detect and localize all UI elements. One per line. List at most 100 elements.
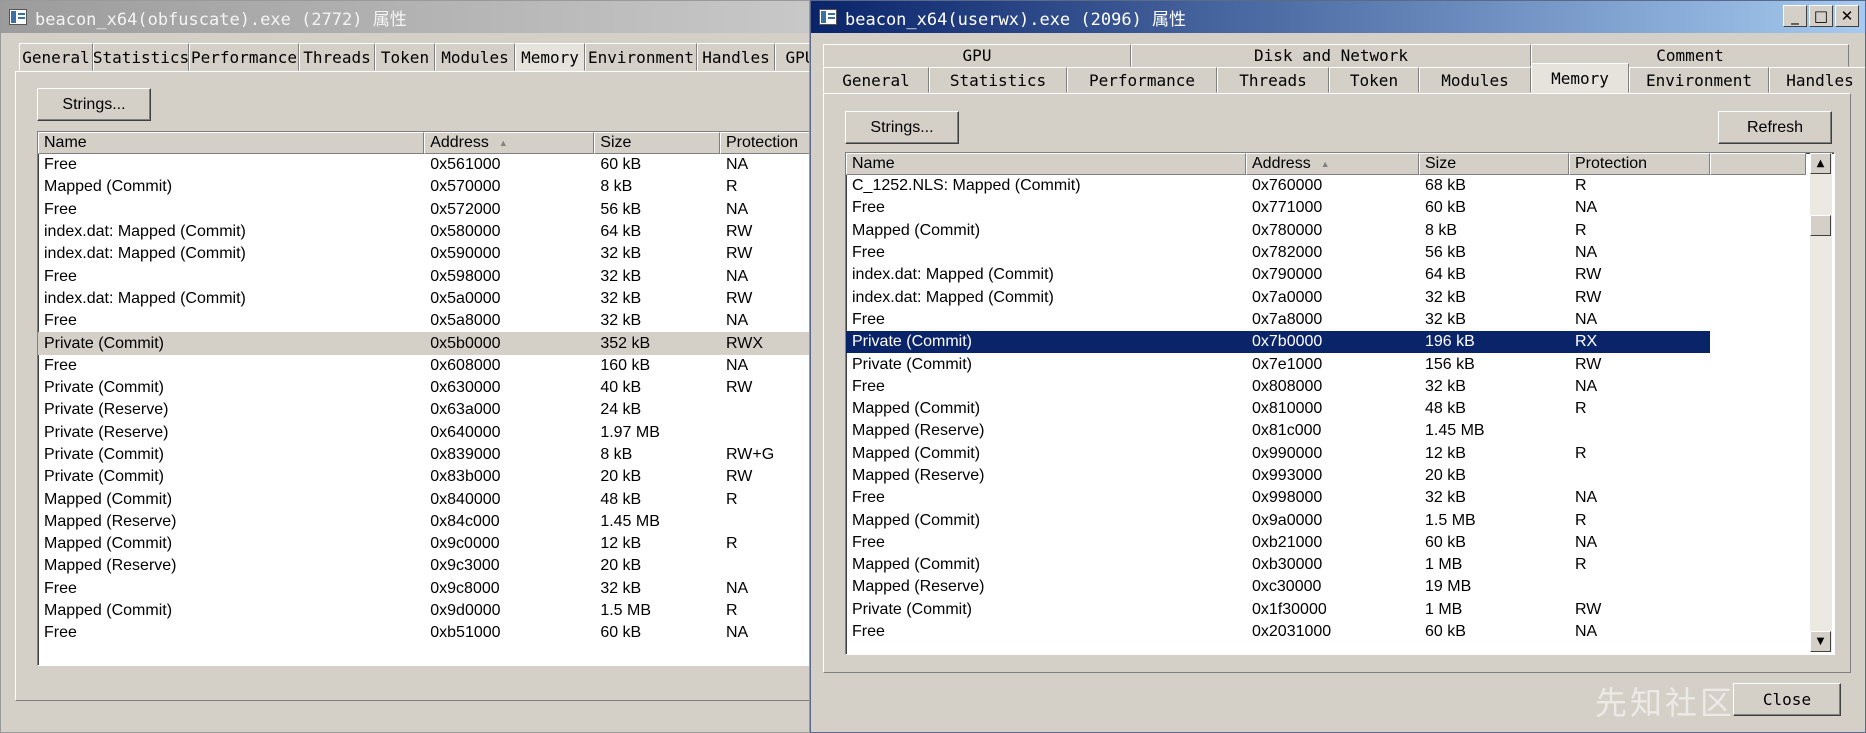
vertical-scrollbar[interactable]: ▲ ▼ (1810, 153, 1832, 652)
table-row[interactable]: Mapped (Reserve) 0x993000 20 kB (846, 465, 1834, 487)
tab-modules[interactable]: Modules (435, 43, 515, 71)
table-row[interactable]: Mapped (Commit) 0x840000 48 kB R (38, 488, 809, 510)
strings-button[interactable]: Strings... (37, 88, 151, 121)
table-row[interactable]: Private (Commit) 0x83b000 20 kB RW (38, 466, 809, 488)
table-row[interactable]: index.dat: Mapped (Commit) 0x580000 64 kB R… (38, 221, 809, 243)
tab-environment[interactable]: Environment (1629, 67, 1769, 93)
tab-environment[interactable]: Environment (585, 43, 697, 71)
table-row[interactable]: Mapped (Commit) 0x9a0000 1.5 MB R (846, 509, 1834, 531)
tab-token[interactable]: Token (1329, 67, 1419, 93)
tab-performance[interactable]: Performance (1067, 67, 1217, 93)
table-row[interactable]: index.dat: Mapped (Commit) 0x590000 32 kB R… (38, 243, 809, 265)
cell-address: 0x780000 (1252, 221, 1323, 239)
close-icon[interactable]: ✕ (1835, 5, 1859, 27)
cell-protection: R (1575, 400, 1587, 418)
tab-handles[interactable]: Handles (1769, 67, 1865, 93)
cell-size: 60 kB (1425, 533, 1466, 551)
table-row[interactable]: Free 0xb21000 60 kB NA (846, 532, 1834, 554)
tab-memory[interactable]: Memory (515, 43, 585, 71)
title-bar[interactable]: beacon_x64(obfuscate).exe (2772) 属性 (1, 1, 809, 33)
table-row[interactable]: Private (Reserve) 0x63a000 24 kB (38, 399, 809, 421)
table-row[interactable]: Mapped (Reserve) 0xc30000 19 MB (846, 576, 1834, 598)
table-row[interactable]: Mapped (Commit) 0x990000 12 kB R (846, 443, 1834, 465)
table-row[interactable]: Free 0x808000 32 kB NA (846, 376, 1834, 398)
title-bar[interactable]: beacon_x64(userwx).exe (2096) 属性 _ □ ✕ (811, 1, 1865, 33)
column-header-address[interactable]: Address ▲ (1246, 153, 1419, 175)
watermark: 先知社区 (1594, 684, 1735, 722)
cell-name: Private (Commit) (44, 446, 165, 463)
table-row[interactable]: Private (Commit) 0x839000 8 kB RW+G (38, 444, 809, 466)
tab-statistics[interactable]: Statistics (93, 43, 189, 71)
cell-protection: RW (1575, 266, 1602, 284)
maximize-icon[interactable]: □ (1809, 5, 1833, 27)
table-row[interactable]: Private (Commit) 0x5b0000 352 kB RWX (38, 332, 809, 355)
tab-general[interactable]: General (823, 67, 929, 93)
tab-disk-and-network[interactable]: Disk and Network (1131, 44, 1531, 67)
tab-token[interactable]: Token (375, 43, 435, 71)
column-header-name[interactable]: Name (846, 153, 1246, 175)
table-row[interactable]: Mapped (Commit) 0x570000 8 kB R (38, 176, 809, 198)
table-row[interactable]: Free 0x608000 160 kB NA (38, 355, 809, 377)
column-header-protection[interactable]: Protection (1569, 153, 1710, 175)
column-header-size[interactable]: Size (1419, 153, 1569, 175)
table-row[interactable]: index.dat: Mapped (Commit) 0x790000 64 kB R… (846, 264, 1834, 286)
table-row[interactable]: Private (Commit) 0x7b0000 196 kB RX (846, 331, 1834, 354)
tab-gpu[interactable]: GPU (823, 44, 1131, 67)
cell-address: 0x598000 (430, 267, 501, 285)
cell-address: 0x5a8000 (430, 312, 501, 330)
cell-address: 0x7a8000 (1252, 310, 1323, 328)
table-row[interactable]: Free 0x998000 32 kB NA (846, 487, 1834, 509)
tab-memory[interactable]: Memory (1531, 63, 1629, 93)
tab-handles[interactable]: Handles (697, 43, 775, 71)
column-header-protection[interactable]: Protection (719, 132, 809, 154)
table-row[interactable]: Free 0x598000 32 kB NA (38, 265, 809, 287)
scroll-down-icon[interactable]: ▼ (1810, 631, 1831, 652)
memory-list[interactable]: Name Address ▲ Size Protection Free 0x5610… (37, 131, 809, 666)
scrollbar-thumb[interactable] (1810, 215, 1831, 236)
table-row[interactable]: Mapped (Reserve) 0x9c3000 20 kB (38, 555, 809, 577)
table-row[interactable]: index.dat: Mapped (Commit) 0x5a0000 32 kB R… (38, 288, 809, 310)
close-button[interactable]: Close (1733, 683, 1841, 716)
table-row[interactable]: Free 0x771000 60 kB NA (846, 197, 1834, 219)
table-row[interactable]: Free 0x561000 60 kB NA (38, 154, 809, 176)
table-row[interactable]: Mapped (Commit) 0x9d0000 1.5 MB R (38, 600, 809, 622)
tab-gpu[interactable]: GPU (775, 43, 809, 71)
table-row[interactable]: Free 0x2031000 60 kB NA (846, 621, 1834, 643)
tab-general[interactable]: General (19, 43, 93, 71)
table-row[interactable]: Mapped (Reserve) 0x81c000 1.45 MB (846, 420, 1834, 442)
table-row[interactable]: Private (Commit) 0x1f30000 1 MB RW (846, 599, 1834, 621)
column-header-name[interactable]: Name (38, 132, 425, 154)
tab-threads[interactable]: Threads (1217, 67, 1329, 93)
refresh-button[interactable]: Refresh (1718, 111, 1832, 144)
cell-address: 0x7b0000 (1246, 331, 1419, 354)
tab-performance[interactable]: Performance (189, 43, 299, 71)
memory-list[interactable]: Name Address ▲ Size Protection C_1252.NLS… (845, 152, 1835, 655)
table-row[interactable]: Mapped (Reserve) 0x84c000 1.45 MB (38, 511, 809, 533)
scroll-up-icon[interactable]: ▲ (1810, 153, 1831, 174)
cell-size: 352 kB (600, 334, 651, 352)
table-row[interactable]: Mapped (Commit) 0x780000 8 kB R (846, 220, 1834, 242)
table-row[interactable]: Private (Commit) 0x630000 40 kB RW (38, 377, 809, 399)
strings-button[interactable]: Strings... (845, 111, 959, 144)
table-row[interactable]: Free 0x7a8000 32 kB NA (846, 309, 1834, 331)
tab-threads[interactable]: Threads (299, 43, 375, 71)
cell-name: Mapped (Commit) (852, 511, 981, 529)
minimize-icon[interactable]: _ (1783, 5, 1807, 27)
table-row[interactable]: Free 0xb51000 60 kB NA (38, 622, 809, 644)
column-header-size[interactable]: Size (594, 132, 720, 154)
table-row[interactable]: Mapped (Commit) 0x810000 48 kB R (846, 398, 1834, 420)
column-header-address[interactable]: Address ▲ (424, 132, 595, 154)
table-row[interactable]: Free 0x782000 56 kB NA (846, 242, 1834, 264)
tab-statistics[interactable]: Statistics (929, 67, 1067, 93)
table-row[interactable]: C_1252.NLS: Mapped (Commit) 0x760000 68 kB… (846, 175, 1834, 197)
table-row[interactable]: Private (Commit) 0x7e1000 156 kB RW (846, 353, 1834, 375)
cell-protection: RW (1575, 355, 1602, 373)
table-row[interactable]: Private (Reserve) 0x640000 1.97 MB (38, 422, 809, 444)
table-row[interactable]: Mapped (Commit) 0xb30000 1 MB R (846, 554, 1834, 576)
table-row[interactable]: Mapped (Commit) 0x9c0000 12 kB R (38, 533, 809, 555)
table-row[interactable]: Free 0x572000 56 kB NA (38, 199, 809, 221)
table-row[interactable]: index.dat: Mapped (Commit) 0x7a0000 32 kB R… (846, 286, 1834, 308)
table-row[interactable]: Free 0x5a8000 32 kB NA (38, 310, 809, 332)
table-row[interactable]: Free 0x9c8000 32 kB NA (38, 578, 809, 600)
tab-modules[interactable]: Modules (1419, 67, 1531, 93)
